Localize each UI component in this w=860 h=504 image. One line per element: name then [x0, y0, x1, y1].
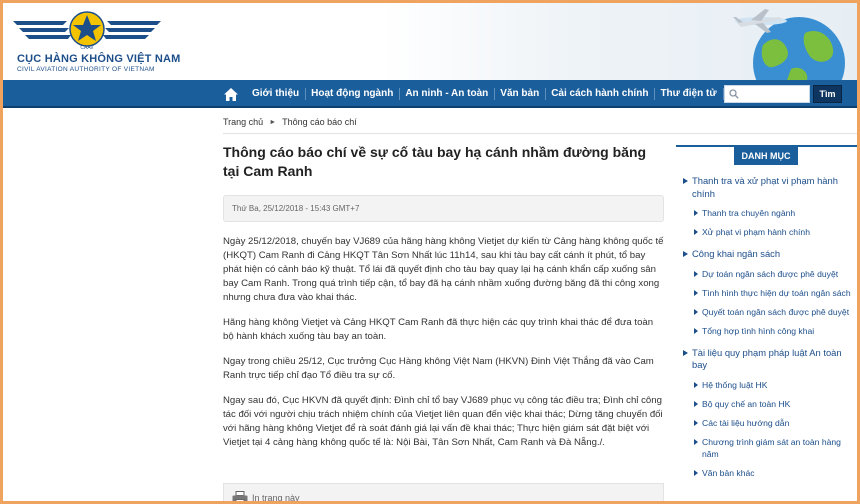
breadcrumb-current[interactable]: Thông cáo báo chí	[282, 117, 357, 127]
main-nav: Giới thiệu Hoạt động ngành An ninh - An …	[3, 80, 857, 108]
nav-item-an-ninh-an-toan[interactable]: An ninh - An toàn	[400, 80, 496, 108]
nav-item-thu-dien-tu[interactable]: Thư điện tử	[655, 80, 724, 108]
nav-item-cai-cach-hanh-chinh[interactable]: Cải cách hành chính	[546, 80, 656, 108]
sidebar-item[interactable]: Quyết toán ngân sách được phê duyệt	[682, 306, 854, 318]
globe-airplane-graphic	[733, 9, 845, 80]
article-date: Thứ Ba, 25/12/2018 - 15:43 GMT+7	[223, 195, 664, 222]
sidebar-heading: DANH MỤC	[734, 147, 798, 165]
printer-icon	[232, 491, 248, 501]
sidebar-item[interactable]: Tổng hợp tình hình công khai	[682, 325, 854, 337]
article: Thông cáo báo chí về sự cố tàu bay hạ cá…	[223, 143, 664, 501]
home-icon[interactable]	[221, 84, 241, 104]
search-input[interactable]	[742, 89, 804, 99]
print-page-link[interactable]: In trang này	[252, 493, 300, 501]
search-icon	[729, 89, 739, 99]
brand-name: CỤC HÀNG KHÔNG VIỆT NAM	[17, 53, 181, 65]
search-button[interactable]: Tìm	[813, 85, 842, 103]
nav-item-gioi-thieu[interactable]: Giới thiệu	[247, 80, 307, 108]
sidebar-item[interactable]: Xử phạt vi phạm hành chính	[682, 226, 854, 238]
sidebar-item[interactable]: Văn bản khác	[682, 467, 854, 479]
brand-subtitle: CIVIL AVIATION AUTHORITY OF VIETNAM	[17, 66, 155, 73]
caav-logo[interactable]: CAAV	[11, 7, 163, 51]
left-blank-column	[3, 110, 215, 501]
sidebar-item[interactable]: Dự toán ngân sách được phê duyệt	[682, 268, 854, 280]
site-header: CAAV CỤC HÀNG KHÔNG VIỆT NAM CIVIL AVIAT…	[3, 3, 857, 80]
sidebar-list: Thanh tra và xử phạt vi phạm hành chính …	[682, 175, 854, 479]
category-sidebar: DANH MỤC Thanh tra và xử phạt vi phạm hà…	[676, 145, 857, 501]
sidebar-item[interactable]: Thanh tra chuyên ngành	[682, 207, 854, 219]
article-body: Ngày 25/12/2018, chuyến bay VJ689 của hã…	[223, 235, 664, 450]
logo-text: CAAV	[80, 45, 94, 51]
nav-item-hoat-dong-nganh[interactable]: Hoạt động ngành	[306, 80, 401, 108]
sidebar-item[interactable]: Tình hình thực hiện dự toán ngân sách	[682, 287, 854, 299]
sidebar-item[interactable]: Hệ thống luật HK	[682, 379, 854, 391]
article-paragraph: Ngày 25/12/2018, chuyến bay VJ689 của hã…	[223, 236, 664, 303]
sidebar-item[interactable]: Các tài liệu hướng dẫn	[682, 417, 854, 429]
article-paragraph: Hãng hàng không Vietjet và Cảng HKQT Cam…	[223, 317, 654, 342]
article-title: Thông cáo báo chí về sự cố tàu bay hạ cá…	[223, 144, 647, 179]
print-page-bar[interactable]: In trang này	[223, 483, 664, 501]
breadcrumb-separator-icon: ►	[269, 118, 277, 126]
breadcrumb: Trang chủ ► Thông cáo báo chí	[223, 117, 357, 127]
nav-menu: Giới thiệu Hoạt động ngành An ninh - An …	[247, 80, 784, 108]
breadcrumb-divider	[223, 133, 857, 134]
sidebar-category[interactable]: Thanh tra và xử phạt vi phạm hành chính	[682, 175, 854, 200]
page-frame: CAAV CỤC HÀNG KHÔNG VIỆT NAM CIVIL AVIAT…	[0, 0, 860, 504]
sidebar-item[interactable]: Chương trình giám sát an toàn hàng năm	[682, 436, 854, 460]
sidebar-category[interactable]: Công khai ngân sách	[682, 248, 854, 261]
sidebar-category[interactable]: Tài liệu quy phạm pháp luật An toàn bay	[682, 347, 854, 372]
breadcrumb-home[interactable]: Trang chủ	[223, 117, 263, 127]
nav-item-van-ban[interactable]: Văn bản	[495, 80, 547, 108]
sidebar-item[interactable]: Bộ quy chế an toàn HK	[682, 398, 854, 410]
article-paragraph: Ngay trong chiều 25/12, Cục trưởng Cục H…	[223, 356, 654, 381]
search-box	[724, 85, 810, 103]
article-paragraph: Ngay sau đó, Cục HKVN đã quyết định: Đìn…	[223, 395, 663, 448]
